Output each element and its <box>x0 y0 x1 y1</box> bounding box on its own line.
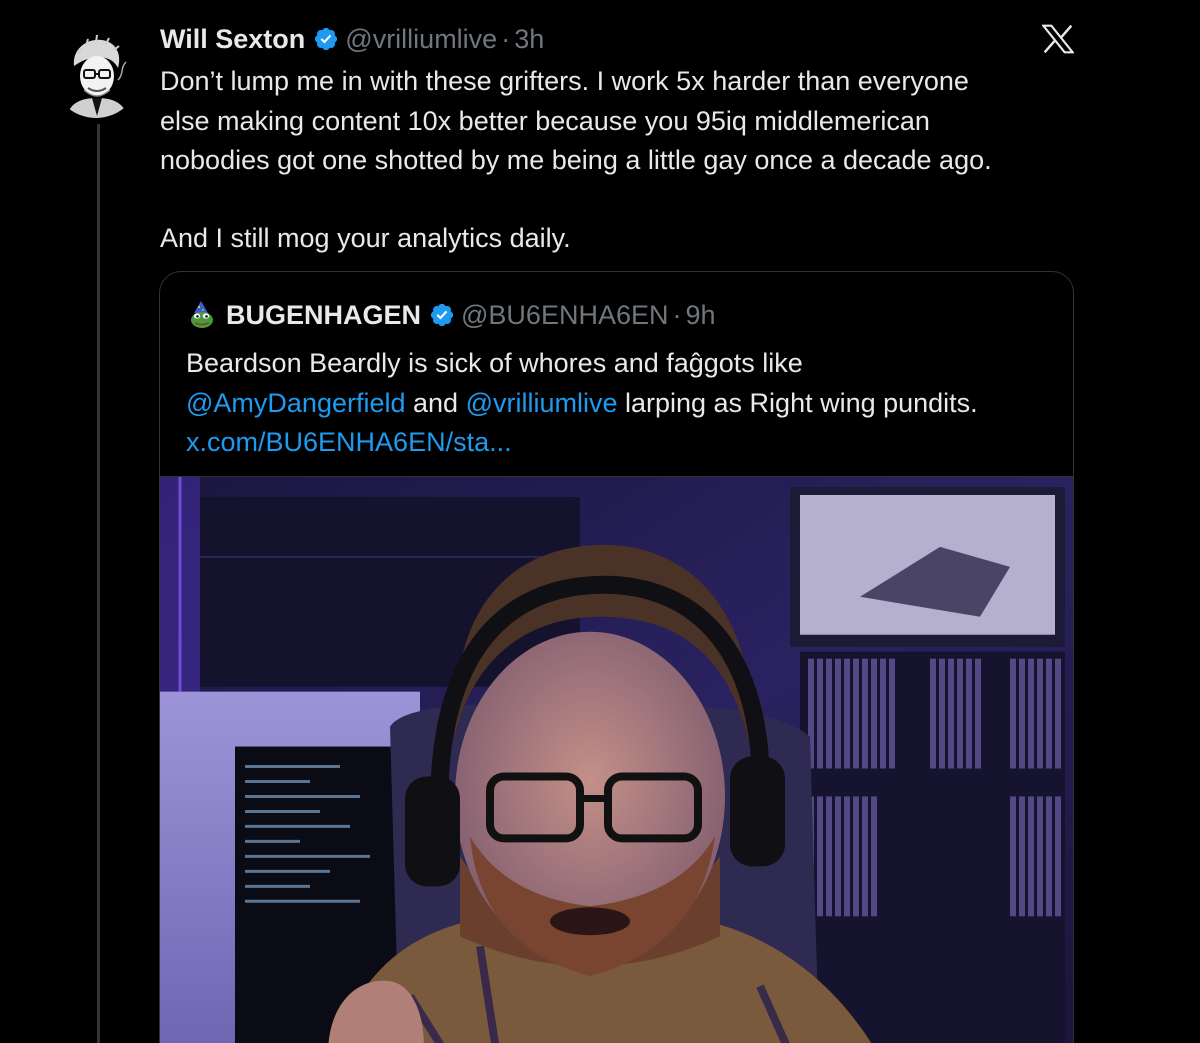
tweet-body-line: else making content 10x better because y… <box>160 105 930 136</box>
author-avatar[interactable] <box>52 30 140 118</box>
tweet-body-line: nobodies got one shotted by me being a l… <box>160 145 992 175</box>
quoted-tweet-timestamp[interactable]: 9h <box>686 300 716 331</box>
quoted-tweet-url-link[interactable]: x.com/BU6ENHA6EN/sta... <box>186 423 1056 463</box>
quoted-tweet-video-thumbnail[interactable] <box>160 476 1074 1043</box>
x-logo-icon <box>1042 24 1074 54</box>
quoted-body-line: @AmyDangerfield and @vrilliumlive larpin… <box>186 384 1056 424</box>
tweet-timestamp[interactable]: 3h <box>514 24 544 55</box>
separator-dot: · <box>672 299 682 330</box>
quoted-tweet-body: Beardson Beardly is sick of whores and f… <box>186 344 1056 463</box>
mention-link[interactable]: @AmyDangerfield <box>186 388 406 418</box>
quoted-author-avatar[interactable] <box>186 299 218 331</box>
conjunction-text: and <box>405 387 466 418</box>
thread-line <box>97 124 100 1043</box>
quoted-tweet-card[interactable]: BUGENHAGEN @BU6ENHA6EN · 9h Beardson Bea… <box>159 271 1074 1043</box>
author-handle[interactable]: @vrilliumlive <box>345 24 497 55</box>
verified-badge-icon <box>315 27 338 51</box>
quoted-tweet-header: BUGENHAGEN @BU6ENHA6EN · 9h <box>186 296 716 334</box>
tweet-body-line: Don’t lump me in with these grifters. I … <box>160 66 969 96</box>
separator-dot: · <box>501 23 511 54</box>
mention-link[interactable]: @vrilliumlive <box>466 388 618 418</box>
quoted-body-line: Beardson Beardly is sick of whores and f… <box>186 348 803 378</box>
tweet-body-line: And I still mog your analytics daily. <box>160 222 571 253</box>
quoted-author-display-name[interactable]: BUGENHAGEN <box>226 300 421 331</box>
quoted-body-rest: larping as Right wing pundits. <box>617 387 978 418</box>
tweet-body: Don’t lump me in with these grifters. I … <box>160 62 1060 258</box>
tweet-header: Will Sexton @vrilliumlive · 3h <box>160 20 544 58</box>
verified-badge-icon <box>430 303 454 327</box>
tweet-screenshot: Will Sexton @vrilliumlive · 3h Don’t lum… <box>0 0 1200 1043</box>
quoted-author-handle[interactable]: @BU6ENHA6EN <box>461 300 668 331</box>
author-display-name[interactable]: Will Sexton <box>160 24 305 55</box>
